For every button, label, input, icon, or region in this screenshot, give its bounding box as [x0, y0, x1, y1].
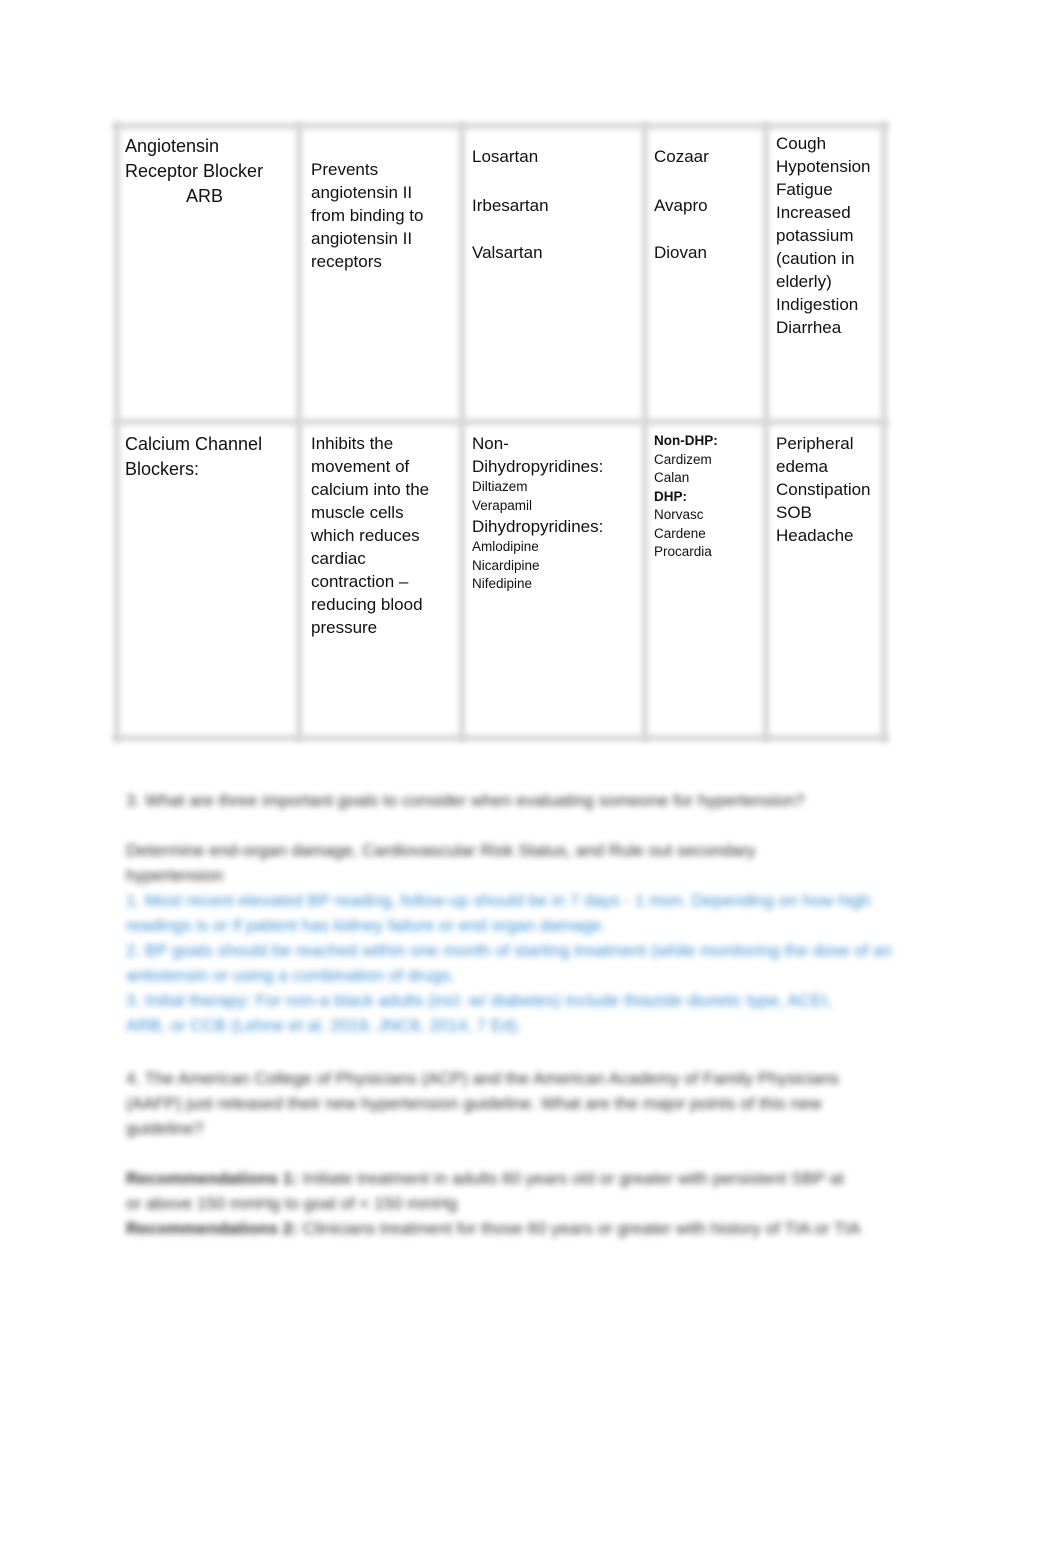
group-label: Non-	[472, 434, 509, 453]
cell-line: Blockers:	[125, 459, 200, 479]
cell-line: Calcium Channel	[125, 434, 263, 454]
answer-line: Recommendations 1: Initiate treatment in…	[126, 1166, 946, 1191]
answer-text: Clinicians treatment for those 60 years …	[297, 1219, 861, 1238]
drug-item: Calan	[654, 470, 690, 485]
table-cell-class: Angiotensin Receptor Blocker ARB	[125, 134, 263, 209]
question-text: 4. The American College of Physicians (A…	[126, 1069, 840, 1088]
cell-line: ARB	[186, 186, 224, 206]
answer-text: Determine end-organ damage, Cardiovascul…	[126, 841, 756, 860]
answer-label: Recommendations 1:	[126, 1169, 298, 1188]
group-label: DHP:	[654, 488, 687, 504]
cell-line: from binding to	[311, 206, 424, 225]
cell-line: receptors	[311, 252, 382, 271]
drug-item: Cardizem	[654, 451, 712, 467]
question-text: guideline?	[126, 1119, 204, 1138]
answer-label: Recommendations 2:	[126, 1219, 298, 1238]
cell-line: Cough	[776, 134, 827, 153]
table-col-divider	[763, 122, 769, 742]
drug-item: Cardene	[654, 525, 706, 541]
cell-line: Receptor Blocker	[125, 161, 264, 181]
blurred-question-4: 4. The American College of Physicians (A…	[126, 1066, 946, 1241]
drug-table: Angiotensin Receptor Blocker ARB Prevent…	[113, 122, 889, 742]
cell-line: Inhibits the	[311, 434, 394, 453]
table-cell-generic: Non- Dihydropyridines: Diltiazem Verapam…	[472, 432, 603, 594]
cell-line: potassium	[776, 226, 854, 245]
table-cell-generic: Losartan Irbesartan Valsartan	[472, 133, 549, 278]
cell-line: Increased	[776, 203, 851, 222]
cell-line: Constipation	[776, 480, 871, 499]
cell-line: Diarrhea	[776, 318, 842, 337]
drug-item: Nicardipine	[472, 557, 540, 573]
cell-line: Headache	[776, 526, 854, 545]
table-cell-mechanism: Inhibits the movement of calcium into th…	[311, 432, 429, 639]
answer-line: or above 150 mmHg to goal of < 150 mmHg	[126, 1191, 946, 1216]
group-label: Non-DHP:	[654, 433, 718, 448]
cell-line: reducing blood	[311, 595, 423, 614]
cell-line: Peripheral	[776, 434, 854, 453]
answer-list-item: 3. Initial therapy: For non-a black adul…	[126, 991, 832, 1010]
question-text: (AAFP) just released their new hypertens…	[126, 1094, 822, 1113]
cell-line: Irbesartan	[472, 195, 549, 215]
drug-item: Procardia	[654, 544, 712, 559]
cell-line: (caution in	[776, 249, 855, 268]
cell-line: Indigestion	[776, 295, 859, 314]
cell-line: Avapro	[654, 195, 708, 215]
answer-text: or above 150 mmHg to goal of < 150 mmHg	[126, 1194, 458, 1213]
drug-item: Diltiazem	[472, 479, 528, 494]
table-border-left	[114, 122, 120, 742]
cell-line: elderly)	[776, 272, 832, 291]
cell-line: Diovan	[654, 243, 707, 262]
table-col-divider	[459, 122, 465, 742]
table-border-right	[881, 122, 887, 742]
table-row-divider	[113, 419, 889, 425]
blurred-question-3: 3. What are three important goals to con…	[126, 788, 946, 1038]
answer-line: Recommendations 2: Clinicians treatment …	[126, 1216, 946, 1241]
drug-item: Verapamil	[472, 497, 533, 513]
answer-list-item: 1. Most recent elevated BP reading, foll…	[126, 891, 871, 910]
cell-line: cardiac	[311, 549, 366, 568]
table-border-bottom	[113, 735, 889, 741]
cell-line: movement of	[311, 457, 410, 476]
drug-item: Amlodipine	[472, 539, 539, 554]
answer-list-item: ARB, or CCB (Lehne et al. 2019, JNC8, 20…	[126, 1016, 522, 1035]
answer-text: hypertension	[126, 866, 224, 885]
drug-item: Norvasc	[654, 507, 704, 522]
table-col-divider	[642, 122, 648, 742]
cell-line: Cozaar	[654, 147, 709, 166]
drug-item: Nifedipine	[472, 576, 533, 591]
cell-line: Valsartan	[472, 243, 543, 262]
cell-line: edema	[776, 457, 828, 476]
table-cell-side-effects: Cough Hypotension Fatigue Increased pota…	[776, 132, 871, 339]
table-col-divider	[296, 122, 302, 742]
cell-line: Angiotensin	[125, 136, 220, 156]
answer-list: 1. Most recent elevated BP reading, foll…	[126, 888, 946, 1038]
cell-line: angiotensin II	[311, 229, 413, 248]
cell-line: SOB	[776, 503, 812, 522]
table-cell-mechanism: Prevents angiotensin II from binding to …	[311, 158, 423, 273]
answer-list-item: 2. BP goals should be reached within one…	[126, 941, 893, 960]
cell-line: calcium into the	[311, 480, 430, 499]
table-border-top	[113, 123, 889, 129]
answer-list-item: antiotensin or using a combination of dr…	[126, 966, 455, 985]
cell-line: pressure	[311, 618, 378, 637]
table-cell-brand: Non-DHP: Cardizem Calan DHP: Norvasc Car…	[654, 432, 718, 562]
group-label: Dihydropyridines:	[472, 457, 604, 476]
cell-line: contraction –	[311, 572, 409, 591]
cell-line: Fatigue	[776, 180, 833, 199]
cell-line: Hypotension	[776, 157, 871, 176]
cell-line: Prevents	[311, 160, 379, 179]
cell-line: muscle cells	[311, 503, 404, 522]
cell-line: Losartan	[472, 147, 539, 166]
cell-line: angiotensin II	[311, 183, 413, 202]
answer-list-item: readings is or if patient has kidney fai…	[126, 916, 607, 935]
question-text: 3. What are three important goals to con…	[126, 791, 805, 810]
table-cell-brand: Cozaar Avapro Diovan	[654, 133, 709, 278]
table-cell-side-effects: Peripheral edema Constipation SOB Headac…	[776, 432, 871, 547]
table-cell-class: Calcium Channel Blockers:	[125, 432, 262, 482]
group-label: Dihydropyridines:	[472, 517, 604, 536]
answer-text: Initiate treatment in adults 60 years ol…	[297, 1169, 844, 1188]
cell-line: which reduces	[311, 526, 420, 545]
